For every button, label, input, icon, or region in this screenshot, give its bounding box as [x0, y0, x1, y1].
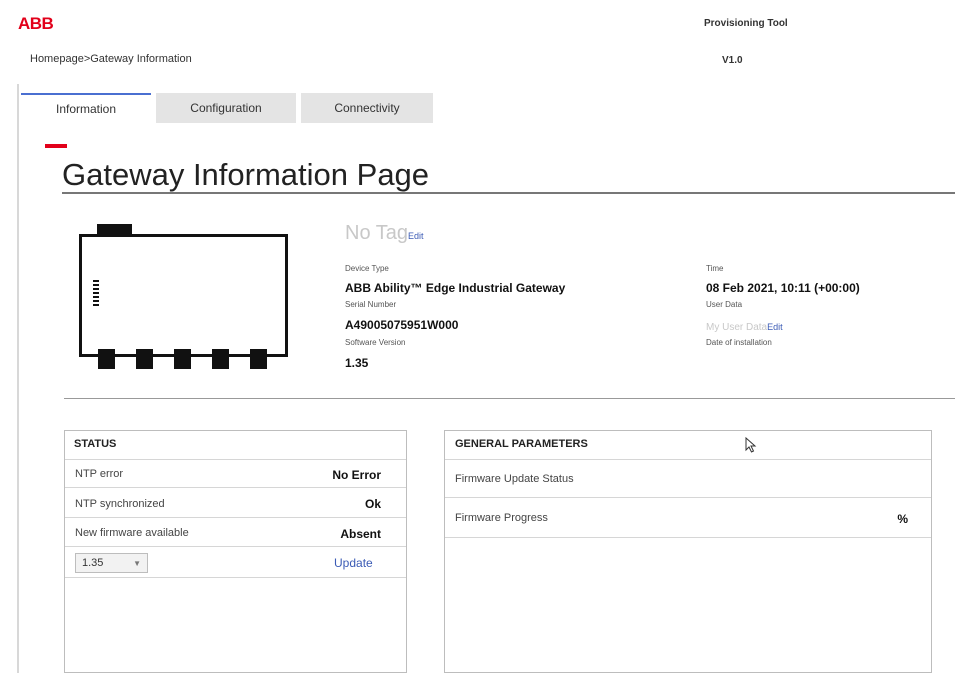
device-port: [136, 349, 153, 369]
row-divider: [65, 546, 406, 547]
tag-edit-link[interactable]: Edit: [408, 231, 424, 241]
firmware-update-status-label: Firmware Update Status: [455, 473, 574, 485]
installation-date-label: Date of installation: [706, 338, 772, 347]
row-divider: [65, 459, 406, 460]
user-data-value: My User Data: [706, 322, 768, 333]
row-divider: [445, 459, 931, 460]
user-data-row: My User DataEdit: [706, 317, 783, 335]
update-button[interactable]: Update: [334, 556, 373, 570]
page-title: Gateway Information Page: [62, 157, 430, 192]
serial-number-value: A49005075951W000: [345, 318, 459, 332]
device-body: [79, 234, 288, 357]
status-panel: [64, 430, 407, 673]
device-port: [250, 349, 267, 369]
new-firmware-value: Absent: [340, 527, 381, 541]
status-heading: STATUS: [74, 438, 117, 450]
tab-connectivity[interactable]: Connectivity: [301, 93, 433, 123]
row-divider: [65, 487, 406, 488]
chevron-down-icon: ▼: [133, 558, 141, 568]
firmware-version-select[interactable]: 1.35 ▼: [75, 553, 148, 573]
device-type-label: Device Type: [345, 264, 389, 273]
ntp-error-value: No Error: [332, 468, 381, 482]
firmware-version-selected: 1.35: [82, 557, 104, 569]
row-divider: [445, 497, 931, 498]
breadcrumb[interactable]: Homepage>Gateway Information: [30, 53, 192, 65]
tab-configuration[interactable]: Configuration: [156, 93, 296, 123]
app-title: Provisioning Tool: [704, 18, 788, 29]
content-frame-border: [17, 84, 19, 673]
row-divider: [65, 577, 406, 578]
user-data-edit-link[interactable]: Edit: [767, 322, 783, 332]
ntp-synchronized-value: Ok: [364, 497, 381, 511]
software-version-value: 1.35: [345, 356, 369, 370]
title-divider: [62, 192, 955, 194]
ntp-error-label: NTP error: [75, 468, 124, 480]
user-data-label: User Data: [706, 300, 743, 309]
general-parameters-heading: GENERAL PARAMETERS: [455, 438, 588, 450]
firmware-progress-value: %: [897, 512, 908, 526]
device-tag: No TagEdit: [345, 222, 424, 245]
heading-accent-bar: [45, 144, 67, 148]
version-label: V1.0: [722, 55, 743, 66]
mouse-cursor-icon: [745, 437, 757, 453]
ntp-synchronized-label: NTP synchronized: [75, 498, 165, 510]
abb-logo: ABB: [18, 14, 54, 33]
firmware-progress-label: Firmware Progress: [455, 512, 548, 524]
time-label: Time: [706, 264, 724, 273]
software-version-label: Software Version: [345, 338, 406, 347]
device-port: [212, 349, 229, 369]
device-port: [98, 349, 115, 369]
time-value: 08 Feb 2021, 10:11 (+00:00): [706, 281, 860, 295]
device-tag-text: No Tag: [345, 222, 409, 244]
row-divider: [65, 517, 406, 518]
device-port: [174, 349, 191, 369]
tab-information[interactable]: Information: [21, 93, 151, 123]
device-type-value: ABB Ability™ Edge Industrial Gateway: [345, 281, 566, 295]
new-firmware-label: New firmware available: [75, 527, 189, 539]
serial-number-label: Serial Number: [345, 300, 397, 309]
device-led-strip: [93, 280, 99, 306]
row-divider: [445, 537, 931, 538]
general-parameters-panel: [444, 430, 932, 673]
section-divider: [64, 398, 955, 399]
